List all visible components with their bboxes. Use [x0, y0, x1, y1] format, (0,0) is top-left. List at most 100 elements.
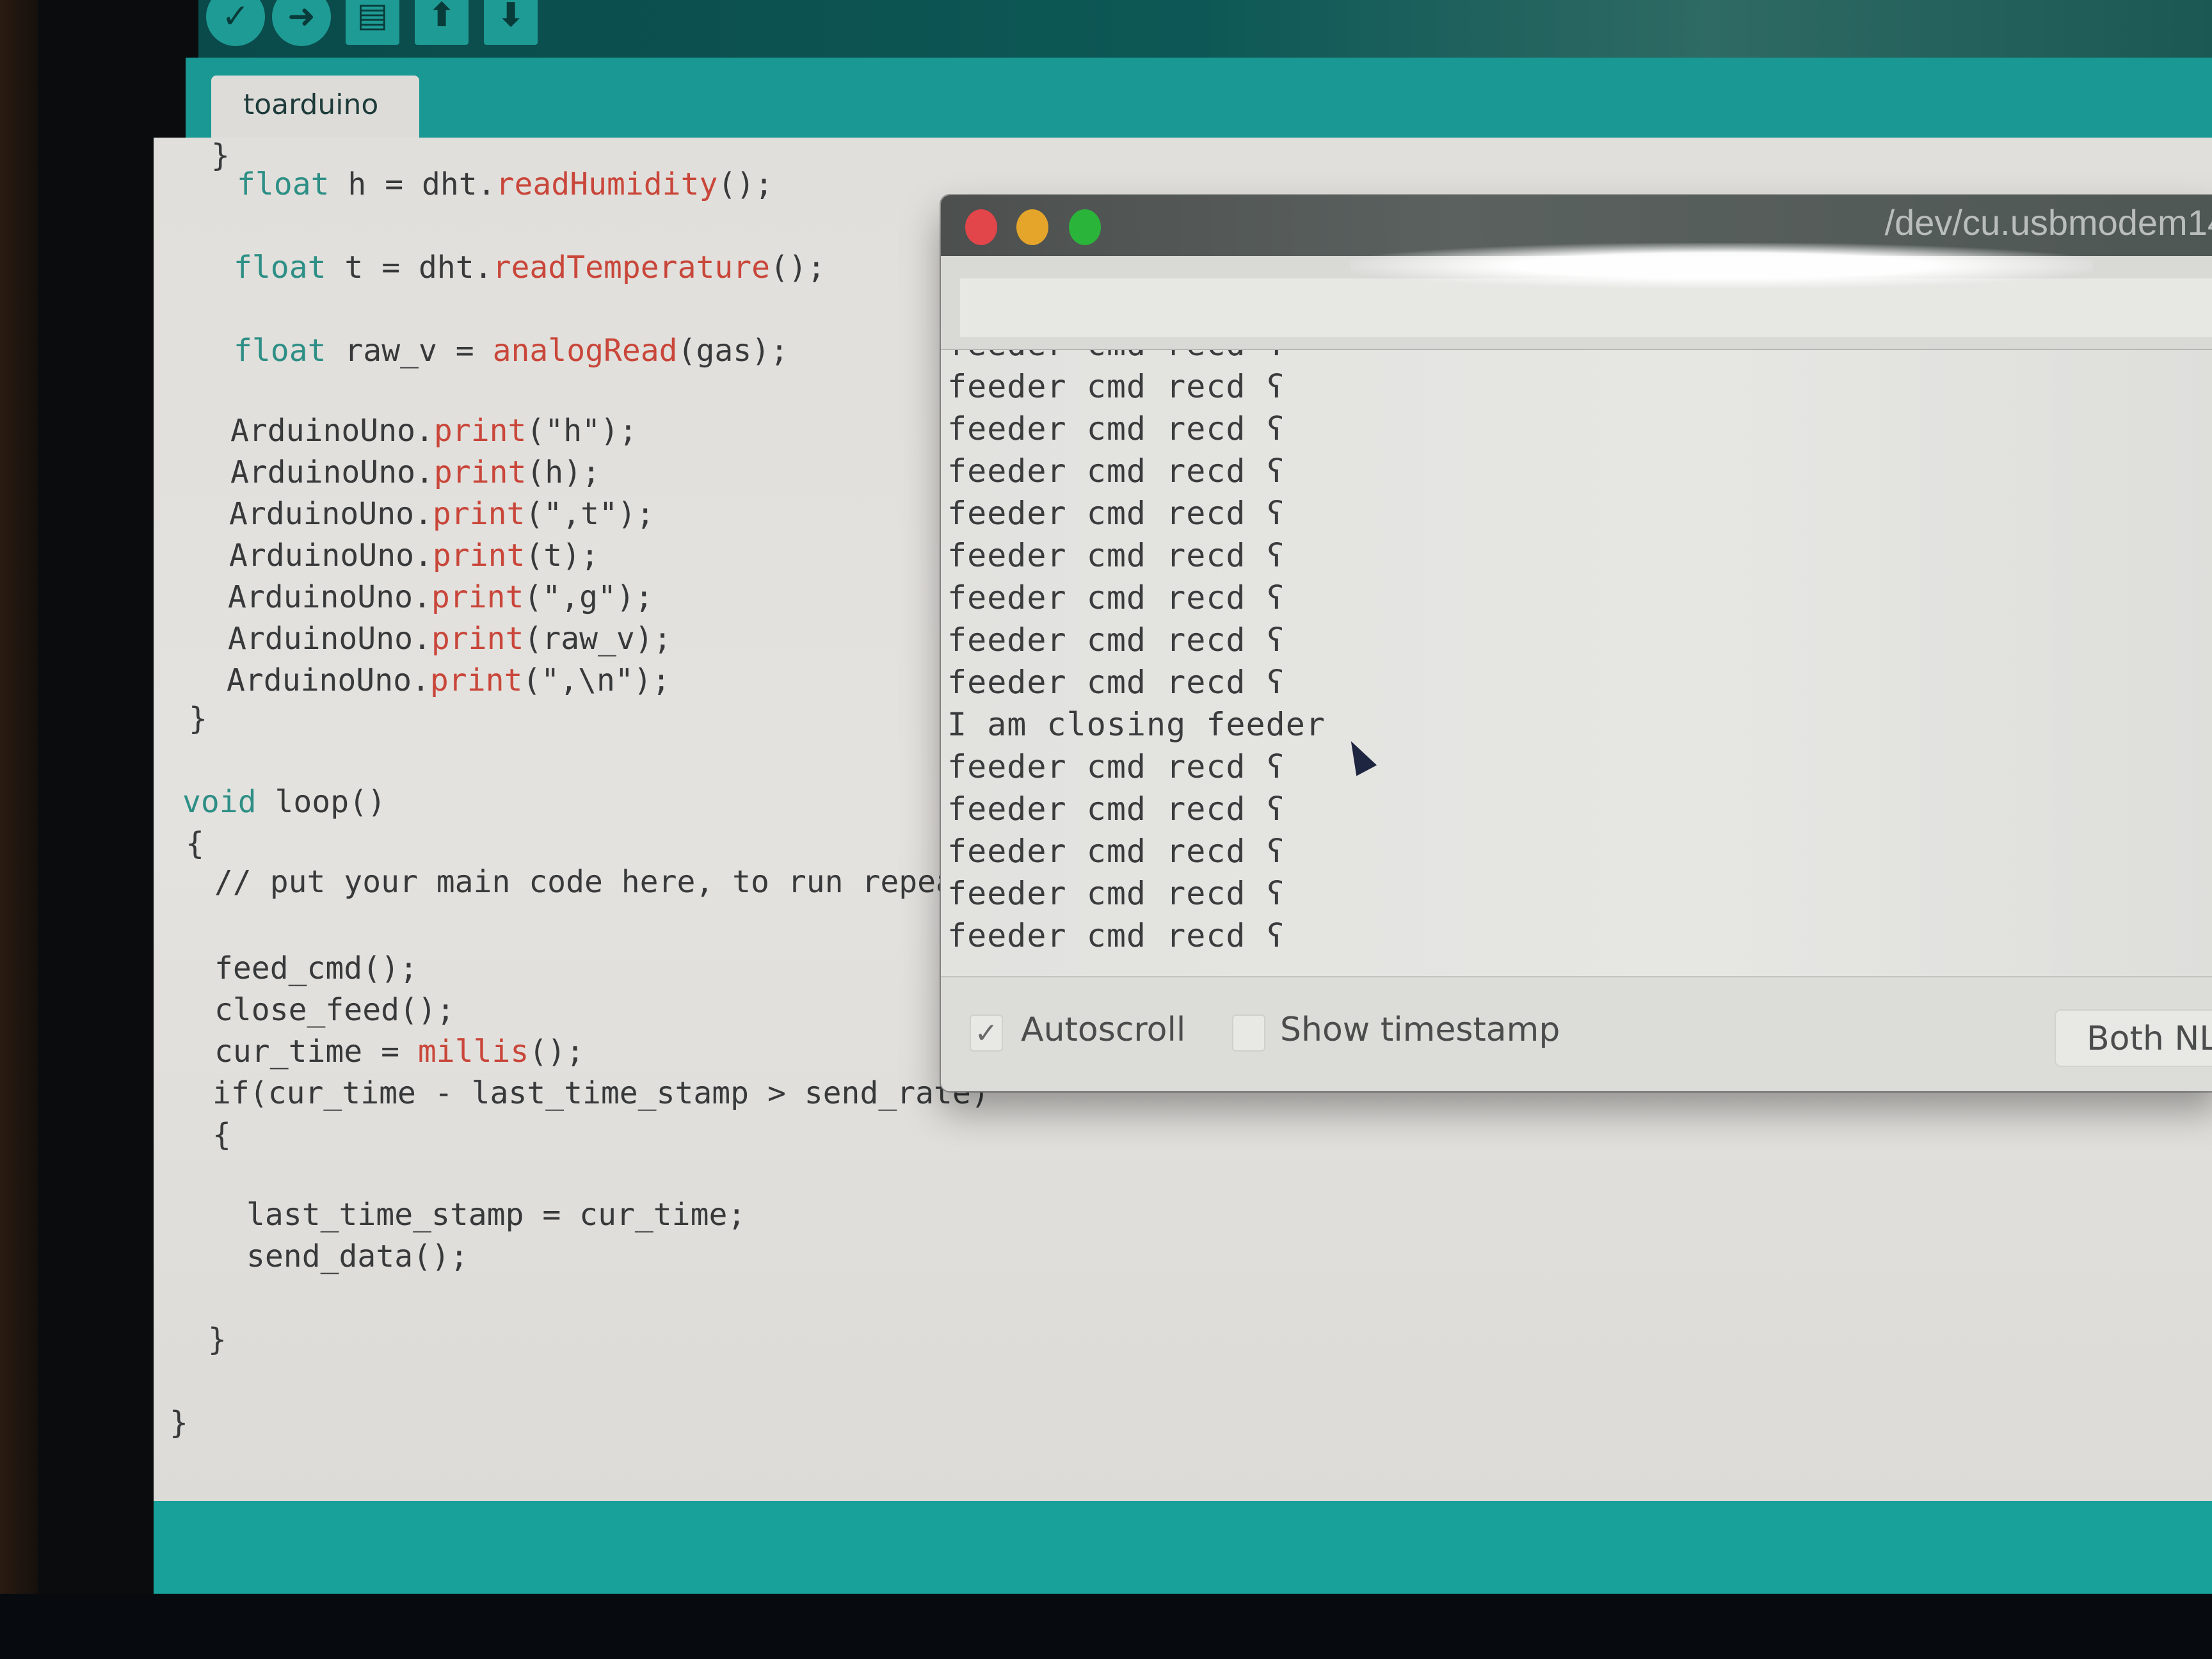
code-text: raw_v = — [326, 333, 493, 369]
code-text: (h); — [526, 454, 600, 490]
code-text: close_feed(); — [214, 992, 455, 1028]
maximize-button[interactable] — [1069, 209, 1101, 245]
serial-footer: ✓ Autoscroll Show timestamp Both NL — [941, 976, 2212, 1091]
code-line[interactable]: feed_cmd(); — [214, 950, 418, 986]
code-keyword: float — [237, 166, 330, 202]
open-button[interactable]: ⬆ — [415, 0, 469, 45]
status-bar — [154, 1501, 2212, 1607]
code-line[interactable]: void loop() — [182, 784, 386, 820]
code-text: ArduinoUno. — [230, 413, 434, 449]
code-text: if(cur_time - last_time_stamp > send_rat… — [212, 1075, 990, 1111]
upload-button[interactable]: ➜ — [272, 0, 331, 46]
code-text: ArduinoUno. — [228, 621, 431, 657]
show-timestamp-checkbox[interactable] — [1232, 1014, 1265, 1052]
code-line[interactable]: cur_time = millis(); — [214, 1034, 584, 1070]
code-line[interactable]: float h = dht.readHumidity(); — [237, 166, 773, 202]
save-button[interactable]: ⬇ — [484, 0, 538, 45]
code-function: print — [431, 579, 524, 615]
code-text: } — [170, 1405, 188, 1441]
code-text: (",\n"); — [522, 662, 671, 698]
code-text: ArduinoUno. — [229, 538, 433, 573]
code-line[interactable]: if(cur_time - last_time_stamp > send_rat… — [212, 1075, 990, 1111]
autoscroll-label[interactable]: Autoscroll — [1021, 1011, 1185, 1049]
code-line[interactable]: { — [212, 1117, 231, 1153]
code-text: ("h"); — [526, 413, 637, 449]
serial-output-line: feeder cmd recd ʕ — [947, 368, 1286, 405]
code-function: millis — [417, 1034, 529, 1070]
serial-output-line: feeder cmd recd ʕ — [947, 537, 1286, 574]
screen-bottom-edge — [0, 1594, 2212, 1659]
new-file-icon: ▤ — [357, 0, 389, 35]
arrow-up-icon: ⬆ — [428, 0, 456, 35]
serial-output-line: feeder cmd recd ʕ — [947, 350, 1286, 363]
tab-toarduino[interactable]: toarduino — [211, 76, 419, 140]
code-line[interactable]: } — [189, 701, 207, 737]
serial-output-line: feeder cmd recd ʕ — [947, 875, 1286, 912]
arrow-down-icon: ⬇ — [497, 0, 525, 35]
code-line[interactable]: ArduinoUno.print("h"); — [230, 413, 637, 449]
check-icon: ✓ — [221, 0, 250, 36]
verify-button[interactable]: ✓ — [206, 0, 265, 46]
line-ending-select[interactable]: Both NL — [2055, 1009, 2212, 1067]
code-line[interactable]: { — [186, 826, 204, 862]
code-function: print — [433, 454, 527, 490]
monitor-bezel — [0, 0, 38, 1659]
serial-monitor-window: /dev/cu.usbmodem14 feeder cmd recd ʕ feed… — [941, 195, 2212, 1091]
serial-output-line: feeder cmd recd ʕ — [947, 495, 1286, 532]
code-line[interactable]: ArduinoUno.print(t); — [229, 538, 599, 573]
code-text: send_data(); — [246, 1238, 469, 1274]
code-text: (",g"); — [524, 579, 653, 615]
code-line[interactable]: } — [208, 1322, 227, 1358]
code-function: print — [432, 538, 525, 573]
serial-output-line: feeder cmd recd ʕ — [947, 579, 1286, 616]
code-line[interactable]: last_time_stamp = cur_time; — [246, 1197, 746, 1233]
autoscroll-checkbox[interactable]: ✓ — [970, 1014, 1003, 1052]
arrow-right-icon: ➜ — [287, 0, 316, 36]
code-function: analogRead — [492, 333, 678, 369]
code-line[interactable]: ArduinoUno.print(",\n"); — [227, 662, 671, 698]
close-button[interactable] — [965, 209, 997, 245]
serial-output-line: feeder cmd recd ʕ — [947, 790, 1286, 828]
tab-bar: toarduino — [186, 58, 2212, 140]
code-text: (); — [529, 1034, 584, 1070]
code-line[interactable]: ArduinoUno.print(raw_v); — [228, 621, 672, 657]
code-line[interactable]: float raw_v = analogRead(gas); — [234, 333, 789, 369]
code-text: (); — [717, 166, 774, 202]
code-line[interactable]: ArduinoUno.print(h); — [230, 454, 600, 490]
code-line[interactable]: ArduinoUno.print(",t"); — [229, 496, 655, 532]
minimize-button[interactable] — [1016, 209, 1048, 245]
code-function: print — [429, 662, 523, 698]
code-function: readTemperature — [492, 250, 771, 285]
screen-glare — [1350, 243, 2093, 288]
code-line[interactable]: } — [211, 138, 230, 173]
serial-output-line: feeder cmd recd ʕ — [947, 621, 1286, 659]
code-keyword: float — [234, 250, 326, 285]
code-function: readHumidity — [495, 166, 718, 202]
toolbar: ✓ ➜ ▤ ⬆ ⬇ — [198, 0, 2212, 58]
code-text: // put your main code here, to run repea… — [214, 864, 1066, 900]
code-line[interactable]: float t = dht.readTemperature(); — [234, 250, 826, 285]
code-text: (t); — [525, 538, 599, 573]
serial-output-line: feeder cmd recd ʕ — [947, 453, 1286, 490]
code-line[interactable]: // put your main code here, to run repea… — [214, 864, 1065, 900]
code-text: (raw_v); — [524, 621, 672, 657]
code-text: loop() — [256, 784, 386, 820]
code-text: ArduinoUno. — [230, 454, 434, 490]
serial-output-line: feeder cmd recd ʕ — [947, 664, 1286, 701]
show-timestamp-label[interactable]: Show timestamp — [1280, 1011, 1560, 1049]
code-text: h = dht. — [329, 166, 496, 202]
code-function: print — [432, 496, 525, 532]
code-line[interactable]: } — [170, 1405, 188, 1441]
code-line[interactable]: ArduinoUno.print(",g"); — [228, 579, 653, 615]
code-keyword: float — [234, 333, 326, 369]
checkmark-icon: ✓ — [974, 1016, 998, 1050]
serial-output-line: feeder cmd recd ʕ — [947, 410, 1286, 447]
new-button[interactable]: ▤ — [346, 0, 399, 45]
code-keyword: void — [182, 784, 257, 820]
code-text: (gas); — [677, 333, 789, 369]
code-line[interactable]: send_data(); — [246, 1238, 469, 1274]
serial-output-line: I am closing feeder — [947, 706, 1326, 743]
code-text: ArduinoUno. — [228, 579, 431, 615]
code-line[interactable]: close_feed(); — [214, 992, 455, 1028]
code-function: print — [431, 621, 524, 657]
